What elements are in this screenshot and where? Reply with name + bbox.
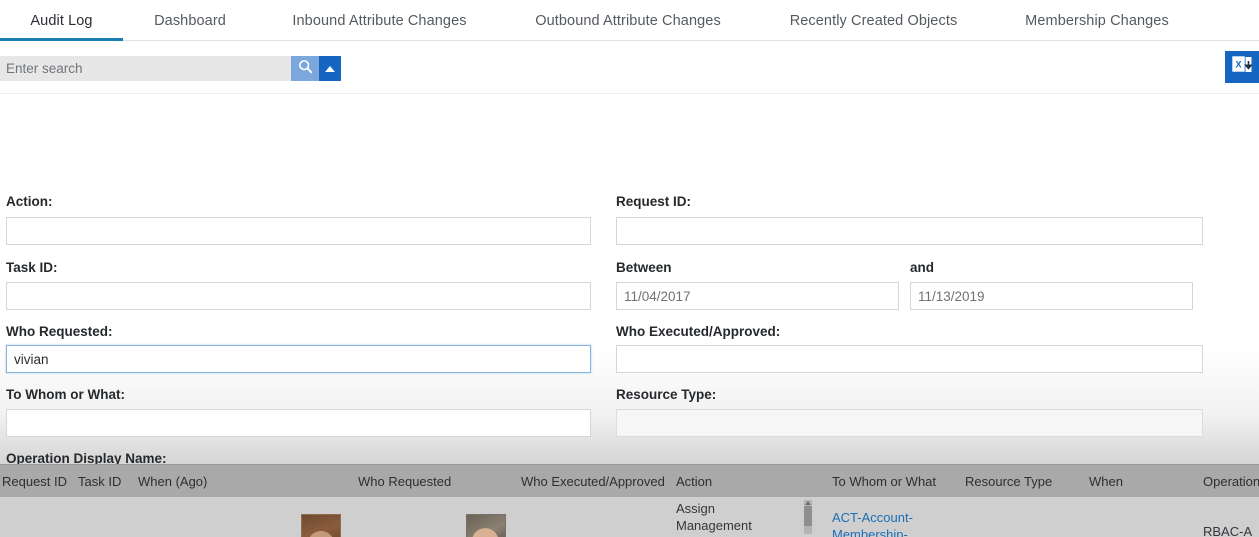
search-collapse-button[interactable] [319,56,341,81]
column-header-action[interactable]: Action [676,474,712,489]
avatar [301,514,341,537]
input-date-between[interactable] [616,282,899,310]
search-icon [298,59,313,79]
cell-to-whom-or-what[interactable]: ACT-Account-Membership- [832,509,952,537]
tab-bar: Audit Log Dashboard Inbound Attribute Chan… [0,0,1259,41]
avatar [466,514,506,537]
tab-label: Audit Log [30,13,92,29]
column-header-when[interactable]: When [1089,474,1123,489]
cell-action: Assign Management Role:ACT-Account- [676,500,794,537]
label-action: Action: [6,194,53,210]
action-cell-scrollbar[interactable] [804,500,812,534]
filter-panel: Action: Task ID: Who Requested: To Whom or … [0,94,1259,464]
label-request-id: Request ID: [616,194,691,210]
label-date-between: Between [616,260,672,276]
tab-membership-changes[interactable]: Membership Changes [993,0,1201,41]
tab-list: Audit Log Dashboard Inbound Attribute Chan… [0,0,1259,41]
label-resource-type: Resource Type: [616,387,716,403]
column-header-operation[interactable]: Operation [1203,474,1259,489]
excel-export-icon: X [1231,54,1253,80]
tab-label: Outbound Attribute Changes [535,13,721,29]
tab-dashboard[interactable]: Dashboard [123,0,257,41]
label-who-requested: Who Requested: [6,324,113,340]
column-header-who-requested[interactable]: Who Requested [358,474,451,489]
tab-inbound-attribute-changes[interactable]: Inbound Attribute Changes [257,0,502,41]
search-bar-row: X [0,41,1259,94]
tab-label: Recently Created Objects [790,13,958,29]
column-header-request-id[interactable]: Request ID [2,474,67,489]
tab-label: Dashboard [154,13,226,29]
results-table-body: Assign Management Role:ACT-Account- ACT-… [0,497,1259,537]
input-who-executed-approved[interactable] [616,345,1203,373]
label-task-id: Task ID: [6,260,58,276]
input-action[interactable] [6,217,591,245]
label-to-whom-or-what: To Whom or What: [6,387,125,403]
input-who-requested[interactable] [6,345,591,373]
input-task-id[interactable] [6,282,591,310]
column-header-to-whom-or-what[interactable]: To Whom or What [832,474,936,489]
tab-outbound-attribute-changes[interactable]: Outbound Attribute Changes [502,0,754,41]
column-header-task-id[interactable]: Task ID [78,474,121,489]
input-resource-type[interactable] [616,409,1203,437]
tab-recently-created-objects[interactable]: Recently Created Objects [754,0,993,41]
results-table-header: Request ID Task ID When (Ago) Who Requested… [0,464,1259,497]
global-search [0,56,341,81]
tab-label: Membership Changes [1025,13,1169,29]
cell-operation: RBAC-A [1203,523,1252,537]
label-date-and: and [910,260,934,276]
label-who-executed-approved: Who Executed/Approved: [616,324,780,340]
excel-export-button[interactable]: X [1225,51,1259,83]
column-header-who-executed-approved[interactable]: Who Executed/Approved [521,474,665,489]
triangle-up-icon [325,66,335,72]
tab-audit-log[interactable]: Audit Log [0,0,123,41]
audit-log-page: Audit Log Dashboard Inbound Attribute Chan… [0,0,1259,537]
search-go-button[interactable] [291,56,319,81]
input-to-whom-or-what[interactable] [6,409,591,437]
search-input[interactable] [0,56,291,81]
column-header-resource-type[interactable]: Resource Type [965,474,1052,489]
svg-text:X: X [1235,60,1241,70]
input-request-id[interactable] [616,217,1203,245]
input-date-and[interactable] [910,282,1193,310]
chevron-up-icon [805,501,811,505]
scrollbar-thumb[interactable] [804,506,812,526]
tab-label: Inbound Attribute Changes [292,13,466,29]
column-header-when-ago[interactable]: When (Ago) [138,474,207,489]
